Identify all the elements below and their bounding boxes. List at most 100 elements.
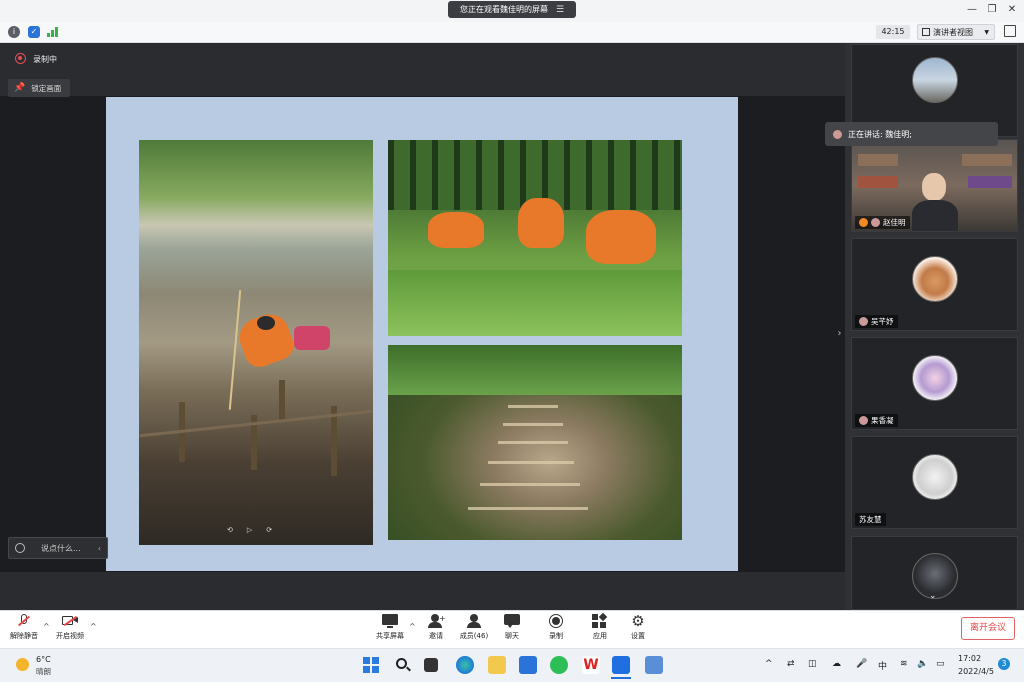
file-explorer-icon[interactable] <box>488 656 506 674</box>
bookshelf <box>968 176 1012 188</box>
camera-off-icon <box>62 614 78 628</box>
task-view-icon[interactable] <box>424 658 438 672</box>
menu-icon[interactable]: ☰ <box>556 5 564 15</box>
photo-survey-team <box>388 140 682 336</box>
chat-icon <box>504 614 520 628</box>
participant-name-tag: 赵佳明 <box>855 216 910 229</box>
person-figure <box>428 212 484 248</box>
unmute-button[interactable]: 解除静音 <box>2 614 46 646</box>
clock-time[interactable]: 17:02 <box>958 654 981 663</box>
invite-icon: + <box>428 614 446 628</box>
mini-avatar <box>859 317 868 326</box>
battery-icon[interactable]: ▭ <box>936 659 945 669</box>
sun-icon[interactable] <box>16 658 29 671</box>
share-screen-button[interactable]: 共享屏幕 <box>368 614 412 646</box>
notepad-icon[interactable] <box>645 656 663 674</box>
members-icon <box>466 614 482 628</box>
meeting-info-bar <box>0 22 1024 43</box>
stage-top-band <box>0 43 845 96</box>
chevron-up-icon[interactable]: ^ <box>765 659 773 669</box>
share-screen-icon <box>382 614 398 628</box>
search-icon[interactable] <box>394 656 412 674</box>
chat-button[interactable]: 聊天 <box>490 614 534 646</box>
play-icon[interactable]: ▷ <box>247 526 252 534</box>
person-figure <box>586 210 656 264</box>
path-step <box>480 483 580 486</box>
chevron-right-icon[interactable]: › <box>834 326 845 342</box>
gear-icon: ⚙ <box>631 612 645 630</box>
participant-name-tag: 苏友慧 <box>855 513 886 526</box>
emoji-icon[interactable] <box>15 543 25 553</box>
rewind-icon[interactable]: ⟲ <box>227 526 233 534</box>
chat-placeholder: 说点什么... <box>41 543 81 553</box>
windows-start-icon[interactable] <box>362 656 380 674</box>
audio-device-icon[interactable]: ◫ <box>808 659 817 669</box>
path-step <box>498 441 568 444</box>
participant-tile[interactable]: 果香凝 <box>851 337 1018 430</box>
lock-view-label: 锁定画面 <box>31 83 62 93</box>
participant-tile[interactable]: 苏友慧 <box>851 436 1018 529</box>
microphone-muted-icon <box>16 614 32 628</box>
weather-temperature[interactable]: 6°C <box>36 655 51 664</box>
volume-icon[interactable]: 🔈 <box>917 659 928 669</box>
ime-indicator[interactable]: 中 <box>878 659 887 672</box>
lock-view-button[interactable]: 📌 锁定画面 <box>8 79 70 97</box>
start-video-button[interactable]: 开启视频 <box>48 614 92 646</box>
chat-input[interactable]: 说点什么... ‹ <box>8 537 108 559</box>
wps-icon[interactable]: W <box>582 656 600 674</box>
participant-name: 赵佳明 <box>883 218 906 227</box>
apps-label: 应用 <box>593 632 607 640</box>
clock-date[interactable]: 2022/4/5 <box>958 667 994 676</box>
forward-icon[interactable]: ⟳ <box>266 526 272 534</box>
participant-name: 苏友慧 <box>859 515 882 524</box>
person-face <box>922 173 946 201</box>
shield-icon[interactable]: ✓ <box>28 26 40 38</box>
photo-forest-path <box>388 345 682 540</box>
bookshelf <box>858 154 898 166</box>
participant-video-tile[interactable]: 赵佳明 <box>851 139 1018 232</box>
notification-badge[interactable]: 3 <box>998 658 1010 670</box>
edge-browser-icon[interactable] <box>456 656 474 674</box>
members-label: 成员(46) <box>459 632 489 640</box>
screen-share-banner[interactable]: 您正在观看魏佳明的屏幕 ☰ <box>448 1 576 18</box>
backpack <box>294 326 330 350</box>
mail-icon[interactable] <box>519 656 537 674</box>
person-head <box>257 316 275 330</box>
presenter-view-button[interactable]: 演讲者视图 ▼ <box>917 24 995 40</box>
microphone-icon[interactable]: 🎤 <box>856 659 867 669</box>
transfer-icon[interactable]: ⇄ <box>787 659 795 669</box>
pin-icon: 📌 <box>14 83 26 93</box>
presenter-view-label: 演讲者视图 <box>933 27 973 37</box>
participant-tile[interactable]: 吴芊妤 <box>851 238 1018 331</box>
record-button[interactable]: 录制 <box>534 614 578 646</box>
signal-icon[interactable] <box>47 27 59 37</box>
info-icon[interactable]: i <box>8 26 20 38</box>
invite-label: 邀请 <box>429 632 443 640</box>
chevron-left-icon[interactable]: ‹ <box>98 544 101 553</box>
video-controls[interactable]: ⟲ ▷ ⟳ <box>227 526 287 534</box>
fullscreen-icon[interactable] <box>1004 25 1016 37</box>
leave-meeting-button[interactable]: 离开会议 <box>961 617 1015 640</box>
video-options-caret[interactable]: ^ <box>90 622 97 631</box>
path-step <box>468 507 588 510</box>
grass <box>388 270 682 336</box>
restore-icon[interactable]: ❐ <box>984 3 1000 17</box>
weather-description[interactable]: 晴朗 <box>36 666 51 677</box>
meeting-timer: 42:15 <box>876 25 910 39</box>
participant-name: 吴芊妤 <box>871 317 894 326</box>
active-app-indicator <box>611 677 631 679</box>
tencent-meeting-icon[interactable] <box>612 656 630 674</box>
wechat-icon[interactable] <box>550 656 568 674</box>
close-icon[interactable]: ✕ <box>1004 3 1020 17</box>
participant-tile[interactable]: ⌄ <box>851 536 1018 610</box>
minimize-icon[interactable]: — <box>964 3 980 17</box>
mini-avatar <box>859 416 868 425</box>
cloud-icon[interactable]: ☁ <box>832 659 841 669</box>
wifi-icon[interactable]: ≋ <box>900 659 908 669</box>
settings-button[interactable]: ⚙ 设置 <box>616 614 660 646</box>
chevron-down-icon[interactable]: ⌄ <box>929 591 937 601</box>
path-step <box>488 461 574 464</box>
speaker-avatar <box>833 129 842 139</box>
mini-avatar <box>871 218 880 227</box>
layout-icon <box>922 28 930 36</box>
